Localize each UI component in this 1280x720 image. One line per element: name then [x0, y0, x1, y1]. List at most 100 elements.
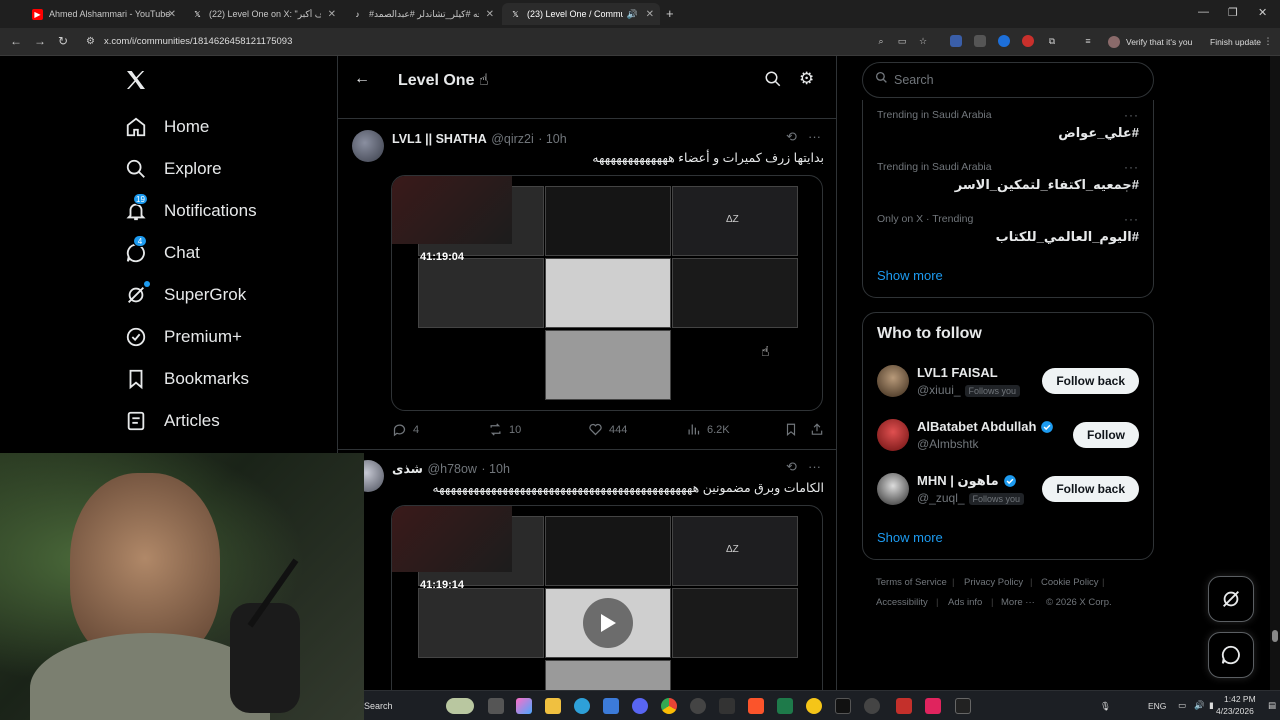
- zoom-icon[interactable]: ⌕: [875, 35, 887, 47]
- back-arrow-icon[interactable]: ←: [10, 34, 22, 48]
- trend-item[interactable]: #جمعيه_اكتفاء_لتمكين_الاسر: [955, 177, 1139, 193]
- x-logo-icon[interactable]: [955, 698, 971, 714]
- show-more-link[interactable]: Show more: [877, 268, 943, 283]
- footer-link[interactable]: Ads info: [948, 597, 982, 608]
- file-explorer-icon[interactable]: [545, 698, 561, 714]
- footer-link[interactable]: Terms of Service: [876, 577, 947, 588]
- more-icon[interactable]: ···: [808, 459, 821, 474]
- browser-tab[interactable]: 𝕏 (22) Level One on X: "الهدف أكبر ✕: [184, 3, 342, 25]
- store-icon[interactable]: [603, 698, 619, 714]
- more-icon[interactable]: ···: [1124, 160, 1139, 174]
- tweet-time[interactable]: · 10h: [538, 132, 567, 146]
- grok-button[interactable]: [1208, 576, 1254, 622]
- app-icon[interactable]: [864, 698, 880, 714]
- user-handle[interactable]: @Almbshtk: [917, 437, 979, 451]
- gear-icon[interactable]: ⚙: [799, 69, 814, 89]
- app-icon[interactable]: [925, 698, 941, 714]
- site-info-icon[interactable]: ⚙: [86, 36, 95, 47]
- play-button[interactable]: [583, 598, 633, 648]
- like-button[interactable]: 444: [588, 422, 627, 437]
- tiktok-icon[interactable]: [835, 698, 851, 714]
- clock-date[interactable]: 4/23/2026: [1216, 706, 1254, 716]
- footer-link[interactable]: Privacy Policy: [964, 577, 1023, 588]
- footer-more-link[interactable]: More ···: [1001, 597, 1035, 608]
- browser-tab-active[interactable]: 𝕏 (23) Level One / Communi 🔊 ✕: [502, 3, 660, 25]
- tweet[interactable]: شذى @h78ow · 10h ⟲ ··· الكامات وبرق مضمو…: [338, 450, 836, 690]
- app-icon[interactable]: [690, 698, 706, 714]
- finish-update-button[interactable]: Finish update: [1210, 37, 1261, 47]
- forward-arrow-icon[interactable]: →: [34, 34, 46, 48]
- app-icon[interactable]: [896, 698, 912, 714]
- messages-button[interactable]: [1208, 632, 1254, 678]
- follow-back-button[interactable]: Follow back: [1042, 476, 1139, 502]
- new-tab-button[interactable]: +: [666, 6, 674, 21]
- task-view-icon[interactable]: [488, 698, 504, 714]
- scrollbar[interactable]: [1270, 56, 1280, 690]
- network-icon[interactable]: ▭: [1178, 700, 1186, 711]
- app-icon[interactable]: [719, 698, 735, 714]
- profile-button[interactable]: Verify that it's you: [1108, 33, 1192, 51]
- more-icon[interactable]: ···: [1124, 212, 1139, 226]
- close-icon[interactable]: ✕: [646, 9, 654, 20]
- star-icon[interactable]: ☆: [917, 35, 929, 47]
- tweet-video[interactable]: 41:19:04 ΔZ: [391, 175, 823, 411]
- user-handle[interactable]: @xiuui_: [917, 383, 961, 397]
- discord-icon[interactable]: [632, 698, 648, 714]
- close-icon[interactable]: ✕: [486, 9, 494, 20]
- sidebar-item-explore[interactable]: Explore: [124, 154, 222, 184]
- url-field[interactable]: x.com/i/communities/1814626458121175093: [104, 36, 292, 47]
- minimize-button[interactable]: —: [1198, 6, 1209, 18]
- browser-tab[interactable]: ♪ #مجه #كيلر_تشاندلر #عبدالصمد ✕: [344, 3, 500, 25]
- trend-item[interactable]: #علي_عواض: [1058, 125, 1139, 141]
- extension-icon[interactable]: [950, 35, 962, 47]
- extension-icon[interactable]: [974, 35, 986, 47]
- app-icon[interactable]: [777, 698, 793, 714]
- notification-center-icon[interactable]: ▤: [1268, 700, 1276, 711]
- battery-icon[interactable]: ▮: [1209, 700, 1214, 711]
- app-icon[interactable]: [806, 698, 822, 714]
- more-icon[interactable]: ···: [1124, 108, 1139, 122]
- close-window-button[interactable]: ✕: [1258, 6, 1267, 19]
- clock-time[interactable]: 1:42 PM: [1224, 694, 1256, 704]
- copilot-icon[interactable]: [516, 698, 532, 714]
- views-button[interactable]: 6.2K: [686, 422, 730, 437]
- close-icon[interactable]: ✕: [168, 9, 176, 20]
- reading-list-icon[interactable]: ≡: [1082, 35, 1094, 47]
- follow-button[interactable]: Follow: [1073, 422, 1139, 448]
- sidebar-item-supergrok[interactable]: SuperGrok: [124, 280, 246, 310]
- sidebar-item-notifications[interactable]: 19 Notifications: [124, 193, 257, 226]
- trend-item[interactable]: #اليوم_العالمي_للكتاب: [996, 229, 1139, 245]
- reply-button[interactable]: 4: [392, 422, 419, 437]
- share-icon[interactable]: [810, 422, 824, 442]
- grok-icon[interactable]: ⟲: [786, 129, 797, 145]
- avatar[interactable]: [877, 473, 909, 505]
- grok-icon[interactable]: ⟲: [786, 459, 797, 475]
- restore-button[interactable]: ❐: [1228, 6, 1238, 19]
- speaker-icon[interactable]: 🔊: [627, 9, 638, 20]
- search-input[interactable]: Search: [862, 62, 1154, 98]
- user-name[interactable]: AlBatabet Abdullah: [917, 419, 1036, 434]
- menu-icon[interactable]: ⋮: [1262, 35, 1274, 47]
- sidebar-item-chat[interactable]: 4 Chat: [124, 235, 200, 268]
- footer-link[interactable]: Cookie Policy: [1041, 577, 1099, 588]
- user-handle[interactable]: @_zuql_: [917, 491, 965, 505]
- more-icon[interactable]: ···: [808, 129, 821, 144]
- mic-icon[interactable]: 🎙: [1100, 701, 1111, 712]
- search-icon[interactable]: [764, 70, 782, 93]
- chrome-icon[interactable]: [661, 698, 677, 714]
- x-logo-icon[interactable]: [124, 68, 148, 97]
- tweet-time[interactable]: · 10h: [481, 462, 510, 476]
- volume-icon[interactable]: 🔊: [1194, 700, 1205, 711]
- language-indicator[interactable]: ENG: [1148, 701, 1166, 711]
- avatar[interactable]: [877, 365, 909, 397]
- taskbar-search[interactable]: Search: [364, 701, 393, 711]
- extension-icon[interactable]: [1022, 35, 1034, 47]
- widgets-icon[interactable]: [446, 698, 474, 714]
- brave-icon[interactable]: [748, 698, 764, 714]
- browser-tab[interactable]: ▶ Ahmed Alshammari - YouTube ✕: [24, 3, 182, 25]
- repost-button[interactable]: 10: [488, 422, 521, 437]
- extension-icon[interactable]: [998, 35, 1010, 47]
- tweet-author-name[interactable]: LVL1 || SHATHA: [392, 132, 487, 146]
- bookmark-icon[interactable]: [784, 422, 798, 442]
- edge-icon[interactable]: [574, 698, 590, 714]
